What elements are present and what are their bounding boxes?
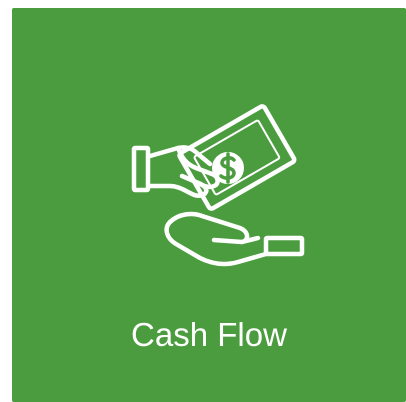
receiving-hand-icon [164, 211, 305, 267]
cash-flow-icon [131, 104, 305, 267]
cash-flow-tile[interactable]: Cash Flow [12, 8, 406, 402]
tile-label: Cash Flow [131, 316, 287, 353]
giving-hand-icon [131, 145, 220, 198]
